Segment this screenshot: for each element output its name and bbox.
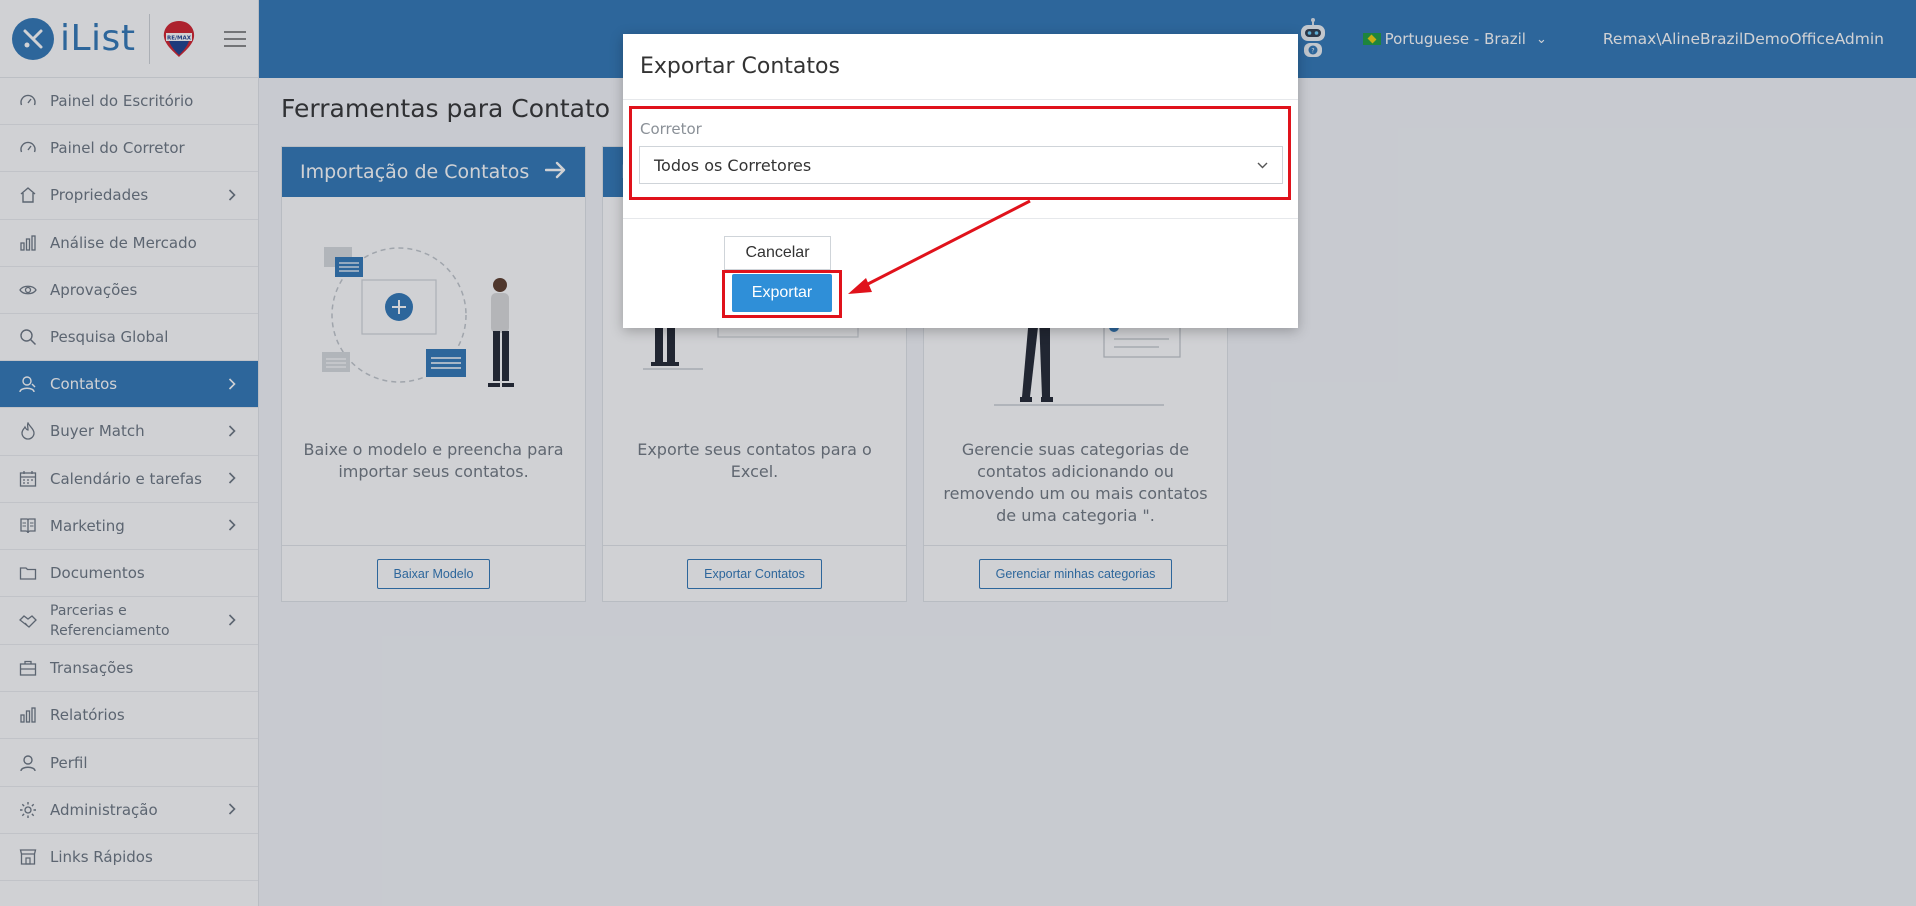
export-button[interactable]: Exportar — [732, 274, 832, 312]
cancel-button[interactable]: Cancelar — [724, 236, 831, 270]
export-contacts-modal: Exportar Contatos Corretor Todos os Corr… — [623, 34, 1298, 328]
agent-select-value: Todos os Corretores — [654, 155, 812, 175]
agent-field-label: Corretor — [640, 120, 702, 138]
modal-divider — [623, 218, 1298, 219]
modal-title: Exportar Contatos — [623, 34, 1298, 100]
agent-select[interactable]: Todos os Corretores — [639, 146, 1283, 184]
chevron-down-icon — [1257, 159, 1268, 172]
